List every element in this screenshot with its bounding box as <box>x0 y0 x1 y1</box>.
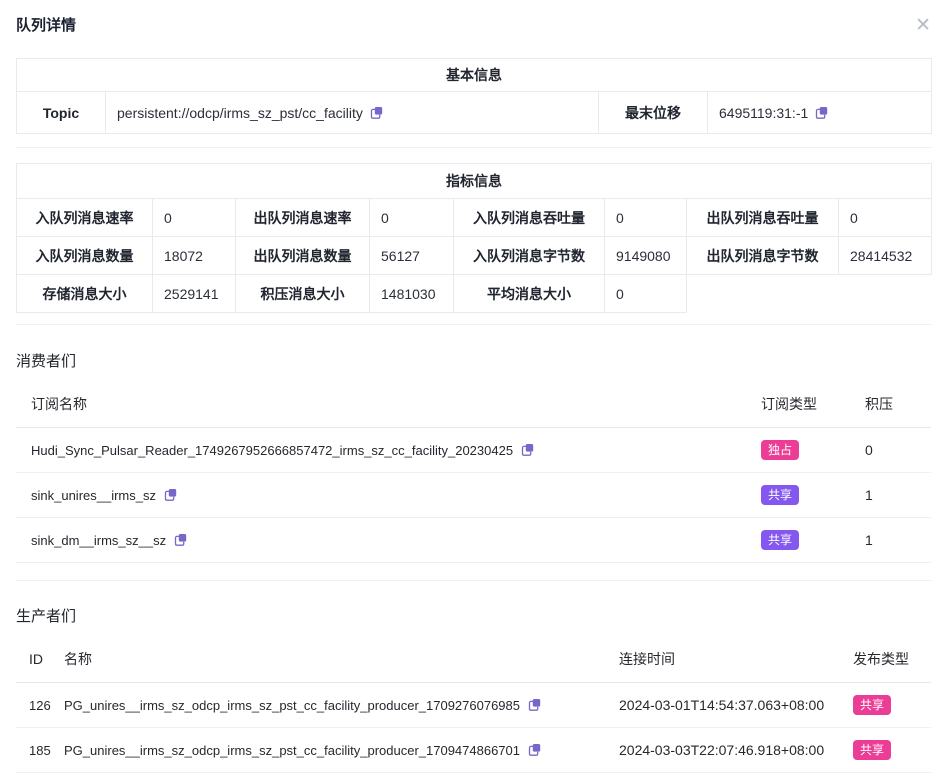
offset-label: 最末位移 <box>599 92 708 134</box>
publish-type-cell: 共享 <box>837 683 931 728</box>
metric-label: 入队列消息字节数 <box>454 237 605 275</box>
section-divider <box>16 147 931 148</box>
copy-icon[interactable] <box>164 488 177 502</box>
copy-icon[interactable] <box>528 698 541 712</box>
metric-value: 9149080 <box>605 237 687 275</box>
metric-label: 入队列消息数量 <box>17 237 153 275</box>
table-row: 126 PG_unires__irms_sz_odcp_irms_sz_pst_… <box>16 683 931 728</box>
column-header-subscription-type: 订阅类型 <box>745 372 849 428</box>
metric-label: 平均消息大小 <box>454 275 605 313</box>
metric-label: 出队列消息字节数 <box>687 237 839 275</box>
topic-value-cell: persistent://odcp/irms_sz_pst/cc_facilit… <box>106 92 599 134</box>
status-badge: 共享 <box>853 695 891 715</box>
producer-name: PG_unires__irms_sz_odcp_irms_sz_pst_cc_f… <box>64 698 520 713</box>
subscription-type-cell: 独占 <box>745 428 849 473</box>
connect-time: 2024-03-03T22:07:46.918+08:00 <box>600 728 837 773</box>
consumers-table: 订阅名称 订阅类型 积压 Hudi_Sync_Pulsar_Reader_174… <box>16 372 931 563</box>
table-row: 185 PG_unires__irms_sz_odcp_irms_sz_pst_… <box>16 728 931 773</box>
subscription-name: sink_unires__irms_sz <box>31 488 156 503</box>
subscription-name-cell: sink_dm__irms_sz__sz <box>16 518 745 563</box>
page-title: 队列详情 <box>16 16 76 36</box>
subscription-type-cell: 共享 <box>745 518 849 563</box>
metrics-table: 指标信息 入队列消息速率 0 出队列消息速率 0 入队列消息吞吐量 0 出队列消… <box>16 163 932 313</box>
status-badge: 共享 <box>761 485 799 505</box>
column-header-publish-type: 发布类型 <box>837 627 931 683</box>
column-header-connect-time: 连接时间 <box>600 627 837 683</box>
copy-icon[interactable] <box>528 743 541 757</box>
close-icon[interactable]: ✕ <box>913 14 933 37</box>
connect-time: 2024-03-01T14:54:37.063+08:00 <box>600 683 837 728</box>
publish-type-cell: 共享 <box>837 728 931 773</box>
producers-section: 生产者们 ID 名称 连接时间 发布类型 126 PG_unires__irms… <box>16 607 931 773</box>
consumers-section-title: 消费者们 <box>16 352 931 372</box>
metric-value: 0 <box>153 199 236 237</box>
column-header-subscription-name: 订阅名称 <box>16 372 745 428</box>
metrics-header: 指标信息 <box>17 164 932 199</box>
producer-name: PG_unires__irms_sz_odcp_irms_sz_pst_cc_f… <box>64 743 520 758</box>
table-row: Hudi_Sync_Pulsar_Reader_1749267952666857… <box>16 428 931 473</box>
topic-label: Topic <box>17 92 106 134</box>
table-row: sink_unires__irms_sz 共享 1 <box>16 473 931 518</box>
producers-section-title: 生产者们 <box>16 607 931 627</box>
basic-info-header: 基本信息 <box>17 59 932 92</box>
metric-value: 56127 <box>370 237 454 275</box>
offset-value-cell: 6495119:31:-1 <box>708 92 932 134</box>
subscription-name: Hudi_Sync_Pulsar_Reader_1749267952666857… <box>31 443 513 458</box>
metric-value: 28414532 <box>839 237 932 275</box>
metric-value: 0 <box>605 275 687 313</box>
metric-value: 1481030 <box>370 275 454 313</box>
producers-table: ID 名称 连接时间 发布类型 126 PG_unires__irms_sz_o… <box>16 627 931 773</box>
metric-label: 出队列消息速率 <box>236 199 370 237</box>
column-header-backlog: 积压 <box>849 372 931 428</box>
backlog-value: 1 <box>849 518 931 563</box>
status-badge: 共享 <box>853 740 891 760</box>
producer-id: 126 <box>16 683 64 728</box>
offset-value: 6495119:31:-1 <box>719 105 808 121</box>
metric-value: 0 <box>839 199 932 237</box>
consumers-header-row: 订阅名称 订阅类型 积压 <box>16 372 931 428</box>
subscription-type-cell: 共享 <box>745 473 849 518</box>
metric-value: 0 <box>370 199 454 237</box>
column-header-name: 名称 <box>64 627 600 683</box>
copy-icon[interactable] <box>174 533 187 547</box>
copy-icon[interactable] <box>521 443 534 457</box>
metric-label: 入队列消息吞吐量 <box>454 199 605 237</box>
subscription-name-cell: sink_unires__irms_sz <box>16 473 745 518</box>
column-header-id: ID <box>16 627 64 683</box>
copy-icon[interactable] <box>815 106 828 120</box>
metric-label: 出队列消息吞吐量 <box>687 199 839 237</box>
metric-label: 存储消息大小 <box>17 275 153 313</box>
producer-name-cell: PG_unires__irms_sz_odcp_irms_sz_pst_cc_f… <box>64 728 600 773</box>
producers-header-row: ID 名称 连接时间 发布类型 <box>16 627 931 683</box>
status-badge: 共享 <box>761 530 799 550</box>
consumers-section: 消费者们 订阅名称 订阅类型 积压 Hudi_Sync_Pulsar_Reade… <box>16 352 931 563</box>
topic-value: persistent://odcp/irms_sz_pst/cc_facilit… <box>117 105 363 121</box>
producer-name-cell: PG_unires__irms_sz_odcp_irms_sz_pst_cc_f… <box>64 683 600 728</box>
subscription-name: sink_dm__irms_sz__sz <box>31 533 166 548</box>
section-divider <box>16 324 931 325</box>
basic-info-table: 基本信息 Topic persistent://odcp/irms_sz_pst… <box>16 58 932 134</box>
copy-icon[interactable] <box>370 106 383 120</box>
metric-value: 0 <box>605 199 687 237</box>
queue-detail-dialog: 队列详情 ✕ 基本信息 Topic persistent://odcp/irms… <box>0 0 947 779</box>
status-badge: 独占 <box>761 440 799 460</box>
table-row: sink_dm__irms_sz__sz 共享 1 <box>16 518 931 563</box>
backlog-value: 0 <box>849 428 931 473</box>
metric-label: 入队列消息速率 <box>17 199 153 237</box>
producer-id: 185 <box>16 728 64 773</box>
subscription-name-cell: Hudi_Sync_Pulsar_Reader_1749267952666857… <box>16 428 745 473</box>
section-divider <box>16 580 931 581</box>
metric-label: 积压消息大小 <box>236 275 370 313</box>
dialog-header: 队列详情 ✕ <box>16 16 931 36</box>
metric-value: 2529141 <box>153 275 236 313</box>
backlog-value: 1 <box>849 473 931 518</box>
empty-cell <box>687 275 932 313</box>
metric-label: 出队列消息数量 <box>236 237 370 275</box>
metric-value: 18072 <box>153 237 236 275</box>
